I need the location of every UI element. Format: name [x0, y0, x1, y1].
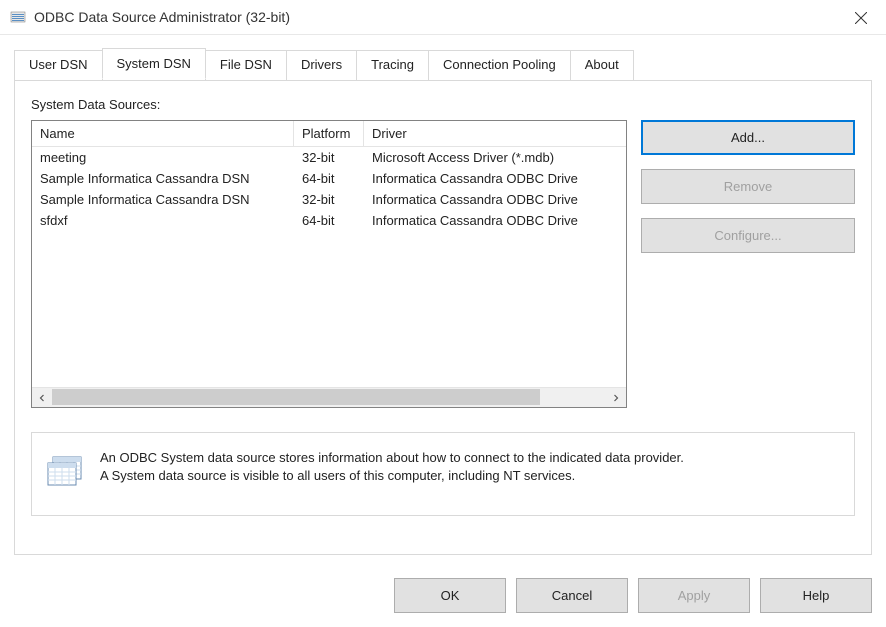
apply-button: Apply	[638, 578, 750, 613]
remove-button: Remove	[641, 169, 855, 204]
tabpanel-system-dsn: System Data Sources: Name Platform Drive…	[14, 80, 872, 555]
data-sources-list[interactable]: Name Platform Driver meeting 32-bit Micr…	[31, 120, 627, 408]
cell-name: Sample Informatica Cassandra DSN	[32, 168, 294, 189]
column-header-driver[interactable]: Driver	[364, 121, 626, 146]
odbc-icon	[10, 9, 26, 25]
list-label: System Data Sources:	[31, 97, 855, 112]
info-text: An ODBC System data source stores inform…	[100, 449, 684, 485]
list-row[interactable]: meeting 32-bit Microsoft Access Driver (…	[32, 147, 626, 168]
tab-drivers[interactable]: Drivers	[286, 50, 357, 81]
titlebar: ODBC Data Source Administrator (32-bit)	[0, 0, 886, 35]
tabbar: User DSN System DSN File DSN Drivers Tra…	[14, 50, 872, 81]
list-header: Name Platform Driver	[32, 121, 626, 147]
info-line1: An ODBC System data source stores inform…	[100, 450, 684, 465]
cell-driver: Informatica Cassandra ODBC Drive	[364, 189, 626, 210]
tab-user-dsn[interactable]: User DSN	[14, 50, 103, 81]
ok-button[interactable]: OK	[394, 578, 506, 613]
scroll-thumb[interactable]	[52, 389, 540, 405]
cell-driver: Informatica Cassandra ODBC Drive	[364, 168, 626, 189]
cell-name: sfdxf	[32, 210, 294, 231]
tab-connection-pooling[interactable]: Connection Pooling	[428, 50, 571, 81]
window-title: ODBC Data Source Administrator (32-bit)	[34, 9, 290, 25]
list-body: meeting 32-bit Microsoft Access Driver (…	[32, 147, 626, 387]
add-button[interactable]: Add...	[641, 120, 855, 155]
cell-platform: 64-bit	[294, 168, 364, 189]
tab-tracing[interactable]: Tracing	[356, 50, 429, 81]
list-row[interactable]: Sample Informatica Cassandra DSN 64-bit …	[32, 168, 626, 189]
tab-system-dsn[interactable]: System DSN	[102, 48, 206, 79]
list-row[interactable]: Sample Informatica Cassandra DSN 32-bit …	[32, 189, 626, 210]
side-buttons: Add... Remove Configure...	[641, 120, 855, 253]
close-button[interactable]	[836, 0, 886, 35]
info-line2: A System data source is visible to all u…	[100, 468, 575, 483]
horizontal-scrollbar[interactable]	[32, 387, 626, 407]
datasource-icon	[46, 449, 86, 493]
column-header-name[interactable]: Name	[32, 121, 294, 146]
scroll-left-arrow-icon[interactable]	[32, 388, 52, 407]
cell-platform: 64-bit	[294, 210, 364, 231]
cell-name: Sample Informatica Cassandra DSN	[32, 189, 294, 210]
info-box: An ODBC System data source stores inform…	[31, 432, 855, 516]
cell-platform: 32-bit	[294, 189, 364, 210]
cell-driver: Microsoft Access Driver (*.mdb)	[364, 147, 626, 168]
cell-platform: 32-bit	[294, 147, 364, 168]
cell-name: meeting	[32, 147, 294, 168]
dialog-buttons: OK Cancel Apply Help	[394, 578, 872, 613]
cell-driver: Informatica Cassandra ODBC Drive	[364, 210, 626, 231]
list-row[interactable]: sfdxf 64-bit Informatica Cassandra ODBC …	[32, 210, 626, 231]
tab-file-dsn[interactable]: File DSN	[205, 50, 287, 81]
scroll-right-arrow-icon[interactable]	[606, 388, 626, 407]
cancel-button[interactable]: Cancel	[516, 578, 628, 613]
column-header-platform[interactable]: Platform	[294, 121, 364, 146]
scroll-track[interactable]	[52, 388, 606, 407]
configure-button: Configure...	[641, 218, 855, 253]
tab-about[interactable]: About	[570, 50, 634, 81]
help-button[interactable]: Help	[760, 578, 872, 613]
